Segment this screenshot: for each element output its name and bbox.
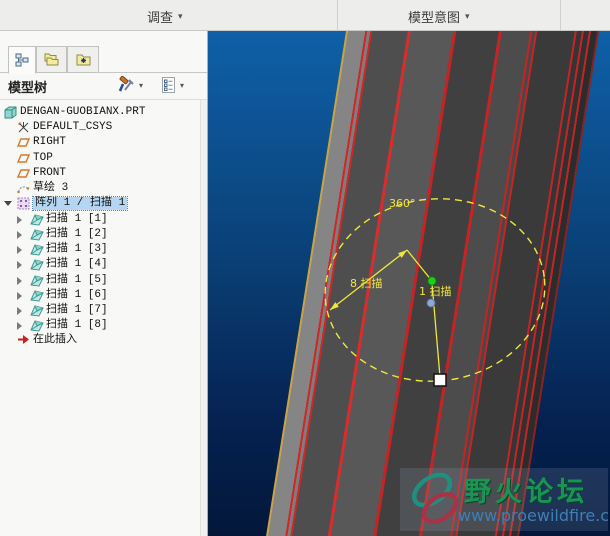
sweep-icon: [30, 319, 44, 332]
tree-row[interactable]: 扫描 1 [2]: [0, 227, 200, 242]
direction-count-label[interactable]: 1 扫描: [419, 284, 452, 298]
tree-item-label[interactable]: 扫描 1 [7]: [46, 304, 108, 317]
tab-folder-browser[interactable]: [36, 46, 67, 73]
tab-favorites[interactable]: [67, 46, 99, 73]
tree-scrollbar[interactable]: [200, 100, 207, 536]
tree-item-label[interactable]: 扫描 1 [4]: [46, 258, 108, 271]
tree-row[interactable]: 阵列 1 / 扫描 1: [0, 196, 200, 212]
tree-row[interactable]: 在此插入: [0, 333, 200, 348]
plane-icon: [16, 136, 31, 149]
csys-icon: [17, 121, 31, 134]
model-tree-panel: 模型树 ▾ ▾ DENGAN-GUOBIANX.PRT DEFAULT_CSYS…: [0, 31, 208, 536]
tree-row[interactable]: 扫描 1 [1]: [0, 212, 200, 227]
tree-row[interactable]: RIGHT: [0, 135, 200, 150]
tree-item-label[interactable]: 扫描 1 [5]: [46, 274, 108, 287]
watermark-title: 野火论坛: [464, 477, 588, 508]
chevron-down-icon: ▾: [139, 80, 144, 90]
tree-item-label[interactable]: DENGAN-GUOBIANX.PRT: [20, 106, 145, 119]
cad-application-window: 调查 ▾ 模型意图 ▾ 模型树 ▾ ▾ DENGAN-GUOBIANX.PRT …: [0, 0, 610, 536]
sweep-icon: [30, 274, 44, 287]
tree-item-label[interactable]: 扫描 1 [8]: [46, 319, 108, 332]
expand-icon[interactable]: [17, 306, 22, 315]
panel-header: 模型树 ▾ ▾: [0, 73, 207, 99]
plane-icon: [16, 167, 31, 180]
tree-item-label[interactable]: RIGHT: [33, 136, 66, 149]
tree-row[interactable]: 扫描 1 [4]: [0, 257, 200, 272]
tree-item-label[interactable]: TOP: [33, 152, 53, 165]
pattern-count-label[interactable]: 8 扫描: [350, 276, 383, 290]
tree-row[interactable]: DENGAN-GUOBIANX.PRT: [0, 105, 200, 120]
expand-icon[interactable]: [17, 215, 22, 224]
watermark: 野火论坛 www.proewildfire.cn: [400, 468, 610, 531]
tree-row[interactable]: FRONT: [0, 166, 200, 181]
model-tree: DENGAN-GUOBIANX.PRT DEFAULT_CSYS RIGHT TOP F…: [0, 100, 200, 536]
tree-item-label[interactable]: 阵列 1 / 扫描 1: [31, 196, 129, 212]
tree-row[interactable]: TOP: [0, 151, 200, 166]
tree-item-label[interactable]: 扫描 1 [6]: [46, 289, 108, 302]
pattern-reference-handle-blue[interactable]: [426, 298, 436, 308]
insert-icon: [17, 334, 31, 347]
expand-icon[interactable]: [17, 322, 22, 331]
chevron-down-icon: ▾: [180, 80, 185, 90]
sweep-icon: [30, 243, 44, 256]
sweep-icon: [30, 304, 44, 317]
folder-star-icon: [76, 54, 90, 66]
expand-icon[interactable]: [17, 291, 22, 300]
model-intent-dropdown[interactable]: 模型意图 ▾: [408, 7, 470, 25]
toolbar-separator: [560, 0, 561, 30]
pattern-direction-handle-green[interactable]: [427, 276, 437, 286]
wildfire-logo-icon: [411, 472, 459, 524]
tab-model-tree[interactable]: [8, 46, 36, 74]
tree-item-label[interactable]: 扫描 1 [1]: [46, 213, 108, 226]
tree-item-label[interactable]: 扫描 1 [2]: [46, 228, 108, 241]
top-toolbar: 调查 ▾ 模型意图 ▾: [0, 0, 610, 31]
tools-icon: [118, 76, 134, 92]
sweep-icon: [30, 228, 44, 241]
graphics-viewport[interactable]: 360° 8 扫描 1 扫描 野火论坛 www.proewildfire.cn: [208, 31, 610, 536]
pattern-angle-label[interactable]: 360°: [389, 197, 416, 210]
tree-row[interactable]: 扫描 1 [6]: [0, 288, 200, 303]
tree-row[interactable]: 扫描 1 [5]: [0, 273, 200, 288]
collapse-icon[interactable]: [4, 201, 12, 207]
folders-icon: [44, 53, 59, 66]
tree-item-label[interactable]: DEFAULT_CSYS: [33, 121, 112, 134]
tree-diagram-icon: [15, 53, 29, 67]
expand-icon[interactable]: [17, 261, 22, 270]
tree-row[interactable]: 扫描 1 [8]: [0, 318, 200, 333]
sweep-icon: [30, 258, 44, 271]
expand-icon[interactable]: [17, 246, 22, 255]
tree-item-label[interactable]: 在此插入: [33, 334, 77, 347]
sweep-icon: [30, 289, 44, 302]
watermark-url: www.proewildfire.cn: [458, 506, 610, 525]
sweep-icon: [30, 213, 44, 226]
tree-item-label[interactable]: FRONT: [33, 167, 66, 180]
settings-list-icon: [162, 77, 175, 93]
tree-row[interactable]: DEFAULT_CSYS: [0, 120, 200, 135]
pattern-icon: [17, 197, 31, 210]
chevron-down-icon: ▾: [178, 10, 183, 21]
tree-row[interactable]: 草绘 3: [0, 181, 200, 196]
tree-row[interactable]: 扫描 1 [7]: [0, 303, 200, 318]
part-icon: [4, 106, 18, 119]
investigate-label: 调查: [147, 9, 174, 25]
tree-item-label[interactable]: 草绘 3: [33, 182, 68, 195]
toolbar-separator: [337, 0, 338, 30]
plane-icon: [16, 152, 31, 165]
investigate-dropdown[interactable]: 调查 ▾: [147, 7, 183, 25]
expand-icon[interactable]: [17, 276, 22, 285]
expand-icon[interactable]: [17, 230, 22, 239]
dimension-drag-handle-square[interactable]: [433, 373, 447, 387]
sketch-icon: [17, 182, 31, 195]
tree-item-label[interactable]: 扫描 1 [3]: [46, 243, 108, 256]
dimension-arm-right: [406, 249, 433, 282]
chevron-down-icon: ▾: [465, 10, 470, 21]
tree-tools-dropdown[interactable]: ▾: [117, 76, 143, 94]
pattern-annotation-overlay: 360° 8 扫描 1 扫描: [324, 197, 546, 387]
model-intent-label: 模型意图: [408, 9, 461, 25]
tree-settings-dropdown[interactable]: ▾: [161, 76, 184, 94]
panel-title: 模型树: [8, 80, 48, 95]
panel-tab-bar: [0, 45, 207, 74]
tree-row[interactable]: 扫描 1 [3]: [0, 242, 200, 257]
